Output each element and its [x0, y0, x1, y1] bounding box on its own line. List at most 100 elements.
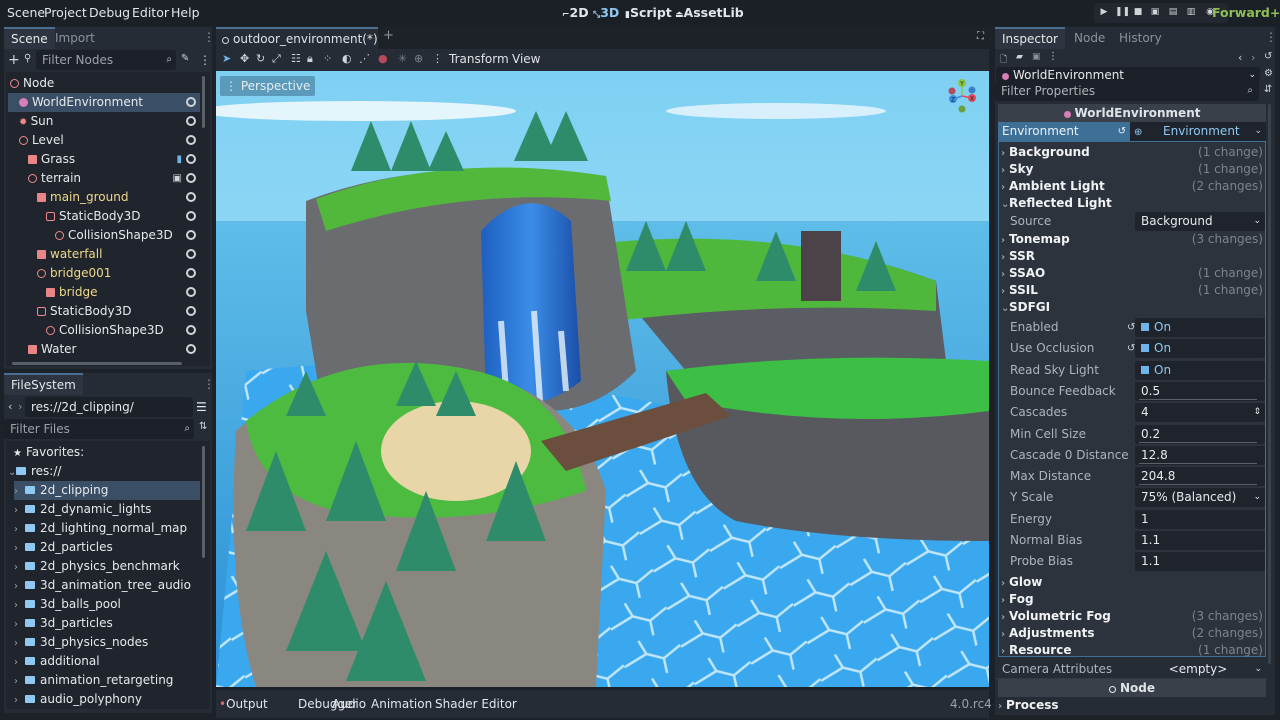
menu-editor[interactable]: Editor: [132, 5, 169, 20]
source-select[interactable]: Background ⌄: [1135, 212, 1265, 231]
scene-tree-item[interactable]: bridge: [8, 283, 200, 302]
lock-icon[interactable]: ▣: [173, 169, 182, 188]
workspace-3d[interactable]: ⤡3D: [593, 5, 619, 20]
remote-debug-icon[interactable]: ▣: [1149, 6, 1161, 18]
slider-field[interactable]: 0.2: [1135, 424, 1265, 444]
scene-tree-item[interactable]: ✹ Sun: [8, 112, 200, 131]
inspector-menu-icon[interactable]: ⋮: [1265, 30, 1277, 44]
workspace-2d[interactable]: ⌐2D: [562, 5, 589, 20]
tab-filesystem[interactable]: FileSystem: [4, 373, 83, 395]
workspace-assetlib[interactable]: ⏏AssetLib: [675, 5, 744, 20]
list-select-icon[interactable]: ☷: [291, 52, 301, 65]
check-field[interactable]: On: [1135, 360, 1265, 380]
visibility-icon[interactable]: [186, 97, 196, 107]
check-field[interactable]: On: [1135, 339, 1265, 359]
folder-item[interactable]: › 2d_dynamic_lights: [14, 500, 200, 519]
visibility-icon[interactable]: [186, 173, 196, 183]
folder-item[interactable]: › 2d_clipping: [14, 481, 200, 500]
folder-item[interactable]: › 3d_balls_pool: [14, 595, 200, 614]
slider-track[interactable]: [1139, 484, 1257, 486]
preview-sun-icon[interactable]: ●: [378, 52, 388, 65]
save-icon[interactable]: ▣: [1032, 52, 1041, 62]
scene-menu-icon[interactable]: ⋮: [199, 53, 211, 67]
visibility-icon[interactable]: [186, 306, 196, 316]
3d-viewport[interactable]: [216, 71, 989, 687]
select-tool-icon[interactable]: ➤: [222, 52, 231, 65]
favorites-item[interactable]: ★ Favorites:: [8, 443, 200, 462]
local-space-icon[interactable]: ◐: [342, 52, 352, 65]
section-volumetric-fog[interactable]: › Volumetric Fog (3 changes): [1001, 608, 1265, 625]
section-reflected-light[interactable]: ⌄Reflected Light: [1001, 195, 1265, 212]
tab-output[interactable]: •Output: [219, 697, 268, 711]
folder-item[interactable]: › 3d_animation_tree_audio: [14, 576, 200, 595]
inspector-scrollbar[interactable]: [1268, 104, 1271, 664]
add-node-icon[interactable]: +: [8, 52, 20, 68]
number-field[interactable]: 1.1: [1135, 531, 1265, 550]
scene-tree-item[interactable]: terrain ▣: [8, 169, 200, 188]
slider-field[interactable]: 204.8: [1135, 467, 1265, 487]
distraction-free-icon[interactable]: ⛶: [977, 31, 984, 42]
slider-track[interactable]: [1139, 462, 1257, 464]
menu-project[interactable]: Project: [44, 5, 87, 20]
object-tools-icon[interactable]: ⚙: [1264, 68, 1273, 79]
path-input[interactable]: res://2d_clipping/: [25, 397, 193, 417]
section-adjustments[interactable]: › Adjustments (2 changes): [1001, 625, 1265, 642]
scale-tool-icon[interactable]: ⤢: [272, 52, 281, 66]
tab-scene[interactable]: Scene: [4, 27, 55, 49]
split-mode-icon[interactable]: ☰: [196, 400, 207, 414]
select-field[interactable]: 75% (Balanced) ⌄: [1135, 488, 1265, 508]
scene-tree-hscrollbar[interactable]: [12, 362, 182, 365]
stop-icon[interactable]: ■: [1132, 6, 1144, 18]
visibility-icon[interactable]: [186, 325, 196, 335]
section-sdfgi[interactable]: ⌄SDFGI: [1001, 299, 1265, 316]
section-ssao[interactable]: › SSAO (1 change): [1001, 265, 1265, 282]
link-icon[interactable]: ⚲: [24, 53, 31, 64]
scene-tree-item[interactable]: Level: [8, 131, 200, 150]
folder-item[interactable]: › animation_retargeting: [14, 671, 200, 690]
section-glow[interactable]: › Glow: [1001, 574, 1265, 591]
scene-tree-item[interactable]: bridge001: [8, 264, 200, 283]
tab-history[interactable]: History: [1112, 27, 1169, 49]
visibility-icon[interactable]: [186, 211, 196, 221]
slider-field[interactable]: 12.8: [1135, 445, 1265, 465]
back-icon[interactable]: ‹: [8, 400, 12, 413]
environment-resource-picker[interactable]: ⊕ Environment ⌄: [1130, 122, 1266, 141]
section-tonemap[interactable]: › Tonemap (3 changes): [1001, 231, 1265, 248]
folder-item[interactable]: › 2d_lighting_normal_map: [14, 519, 200, 538]
attach-script-icon[interactable]: ✎: [181, 53, 189, 64]
visibility-icon[interactable]: [186, 154, 196, 164]
visibility-icon[interactable]: [186, 230, 196, 240]
camera-attributes-picker[interactable]: <empty>: [1133, 659, 1263, 679]
folder-item[interactable]: › 2d_physics_benchmark: [14, 557, 200, 576]
check-field[interactable]: On: [1135, 318, 1265, 337]
tab-audio[interactable]: Audio: [332, 697, 366, 711]
tab-inspector[interactable]: Inspector: [995, 27, 1065, 49]
view-gizmo[interactable]: Y X Z: [944, 78, 980, 114]
revert-icon[interactable]: ↺: [1118, 122, 1126, 141]
visibility-icon[interactable]: [186, 249, 196, 259]
object-history-icon[interactable]: ↺: [1264, 51, 1272, 62]
visibility-icon[interactable]: [186, 287, 196, 297]
play-icon[interactable]: ▶: [1098, 6, 1110, 18]
visibility-icon[interactable]: [186, 344, 196, 354]
sort-icon[interactable]: ⇅: [199, 421, 207, 432]
new-resource-icon[interactable]: 🗋︎: [1000, 52, 1007, 68]
move-tool-icon[interactable]: ✥: [240, 52, 249, 65]
section-ssil[interactable]: › SSIL (1 change): [1001, 282, 1265, 299]
section-process[interactable]: › Process: [998, 697, 1262, 714]
menu-help[interactable]: Help: [171, 5, 200, 20]
scene-tree-item[interactable]: CollisionShape3D: [8, 226, 200, 245]
folder-item[interactable]: › audio_polyphony: [14, 690, 200, 709]
history-forward-icon[interactable]: ›: [1251, 51, 1255, 64]
section-background[interactable]: › Background (1 change): [1001, 144, 1265, 161]
scene-tree-item[interactable]: main_ground: [8, 188, 200, 207]
filter-properties-input[interactable]: Filter Properties ⌕: [995, 81, 1259, 101]
scene-tree-item[interactable]: waterfall: [8, 245, 200, 264]
visibility-icon[interactable]: [186, 116, 196, 126]
group-icon[interactable]: ⁘: [323, 52, 332, 65]
scene-tree-scrollbar[interactable]: [202, 76, 205, 128]
play-scene-icon[interactable]: ▤: [1167, 6, 1179, 18]
scene-tree-item[interactable]: Node: [8, 74, 200, 93]
menu-debug[interactable]: Debug: [89, 5, 130, 20]
tab-animation[interactable]: Animation: [371, 697, 432, 711]
